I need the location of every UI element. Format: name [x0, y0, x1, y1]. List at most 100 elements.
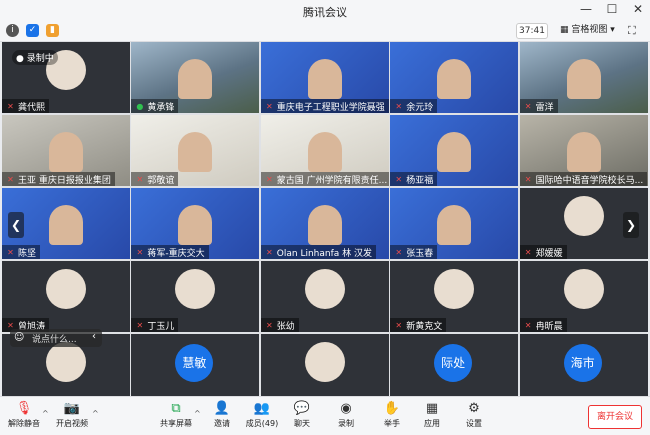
- raise-hand-button[interactable]: ✋ 举手: [372, 401, 412, 429]
- mic-muted-icon: ✕: [136, 320, 144, 330]
- participant-tile[interactable]: ✕ 国际哈中语音学院校长马...: [519, 115, 648, 186]
- participant-tile[interactable]: ✕ 重庆电子工程职业学院聂强: [260, 42, 389, 113]
- meeting-timer: 37:41: [516, 23, 548, 39]
- name-bar: ✕ 雷洋: [519, 99, 558, 113]
- name-bar: ✕ 王亚 重庆日报报业集团: [2, 172, 115, 186]
- chat-label: 聊天: [294, 419, 310, 428]
- name-bar: ✕ 郑媛媛: [519, 245, 567, 259]
- shield-icon[interactable]: ✓: [26, 24, 39, 37]
- minimize-icon[interactable]: —: [580, 2, 592, 16]
- participant-video: [437, 132, 472, 172]
- participant-name: 张玉春: [406, 248, 434, 259]
- invite-icon: 👤: [213, 401, 231, 416]
- video-label: 开启视频: [56, 419, 88, 428]
- invite-label: 邀请: [214, 419, 230, 428]
- app-title: 腾讯会议: [303, 6, 347, 19]
- settings-button[interactable]: ⚙ 设置: [454, 401, 494, 429]
- recording-label: 录制中: [26, 54, 54, 64]
- signal-icon[interactable]: ▮: [46, 24, 59, 37]
- participant-video: [307, 205, 342, 245]
- mic-muted-icon: ✕: [7, 101, 14, 111]
- avatar: [563, 196, 604, 236]
- participant-tile[interactable]: ✕ 杨亚福: [390, 115, 519, 186]
- participant-name: 蒋军-重庆交大: [147, 248, 205, 259]
- chat-placeholder: 说点什么...: [32, 335, 77, 345]
- participant-video: [307, 59, 342, 99]
- next-page-button[interactable]: ❯: [623, 212, 639, 238]
- audio-options-caret[interactable]: ^: [42, 409, 49, 418]
- fullscreen-icon[interactable]: ⛶: [628, 24, 636, 38]
- mic-muted-icon: ✕: [136, 174, 144, 184]
- prev-page-button[interactable]: ❮: [8, 212, 24, 238]
- unmute-button[interactable]: 🎙 解除静音: [4, 401, 44, 429]
- video-options-caret[interactable]: ^: [92, 409, 99, 418]
- mic-muted-icon: ✕: [395, 320, 403, 330]
- members-icon: 👥: [253, 401, 271, 416]
- participant-tile[interactable]: ✕ 蒋军-重庆交大: [131, 188, 260, 259]
- participant-name: 黄承锋: [147, 102, 175, 113]
- participant-name: 郑媛媛: [535, 248, 563, 259]
- invite-button[interactable]: 👤 邀请: [202, 401, 242, 429]
- record-label: 录制: [338, 419, 354, 428]
- participant-tile[interactable]: [260, 334, 389, 405]
- name-bar: ✕ 龚代熙: [2, 99, 50, 113]
- participant-video: [307, 132, 342, 172]
- apps-icon: ▦: [425, 401, 439, 416]
- participant-tile[interactable]: ✕ 蒙古国 广州学院有限责任...: [260, 115, 389, 186]
- start-video-button[interactable]: 📷 开启视频: [52, 401, 92, 429]
- name-bar: ✕ 重庆电子工程职业学院聂强: [260, 99, 389, 113]
- apps-button[interactable]: ▦ 应用: [412, 401, 452, 429]
- mic-muted-icon: ✕: [265, 174, 273, 184]
- participant-video: [437, 205, 472, 245]
- unmute-label: 解除静音: [8, 419, 40, 428]
- participant-tile[interactable]: 慧敏: [131, 334, 260, 405]
- mic-muted-icon: ✕: [524, 101, 532, 111]
- share-label: 共享屏幕: [160, 419, 192, 428]
- participant-tile[interactable]: ✕ 丁玉儿: [131, 261, 260, 332]
- participant-tile[interactable]: ✕ 雷洋: [519, 42, 648, 113]
- participant-tile[interactable]: ✕ 余元玲: [390, 42, 519, 113]
- participant-tile[interactable]: ✕ 曾旭涛: [2, 261, 130, 332]
- apps-label: 应用: [424, 419, 440, 428]
- maximize-icon[interactable]: ☐: [606, 2, 618, 16]
- info-icon[interactable]: i: [6, 24, 19, 37]
- participant-tile[interactable]: ✕ 王亚 重庆日报报业集团: [2, 115, 130, 186]
- record-button[interactable]: ◉ 录制: [326, 401, 366, 429]
- participant-tile[interactable]: ✕ 郭敬谊: [131, 115, 260, 186]
- chat-button[interactable]: 💬 聊天: [282, 401, 322, 429]
- members-label: 成员(49): [245, 419, 279, 428]
- participant-tile[interactable]: 海市: [519, 334, 648, 405]
- close-icon[interactable]: ✕: [632, 2, 644, 16]
- recording-badge: ● 录制中: [12, 50, 58, 65]
- participant-name: 余元玲: [406, 102, 434, 113]
- share-options-caret[interactable]: ^: [194, 409, 201, 418]
- participant-tile[interactable]: 际处: [390, 334, 519, 405]
- leave-meeting-button[interactable]: 离开会议: [588, 405, 642, 429]
- chat-input-pill[interactable]: ☺ 说点什么... ‹: [10, 329, 102, 347]
- gallery-view-button[interactable]: ▦ 宫格视图 ▾: [556, 23, 619, 38]
- name-bar: ✕ Olan Linhanfa 林 汉发: [260, 245, 377, 259]
- mic-muted-icon: ✕: [524, 320, 532, 330]
- mic-muted-icon: ✕: [7, 174, 14, 184]
- participant-video: [178, 59, 213, 99]
- name-bar: ✕ 张幼: [260, 318, 299, 332]
- mic-on-icon: ●: [136, 101, 144, 111]
- participant-name: 杨亚福: [406, 175, 434, 186]
- participant-tile[interactable]: ✕ Olan Linhanfa 林 汉发: [260, 188, 389, 259]
- name-bar: ✕ 冉昕晨: [519, 318, 567, 332]
- participant-name: 郭敬谊: [147, 175, 175, 186]
- participant-tile[interactable]: ● 黄承锋: [131, 42, 260, 113]
- participant-name: 龚代熙: [18, 102, 46, 113]
- view-label: 宫格视图: [571, 25, 608, 35]
- participant-tile[interactable]: ✕ 新黄克文: [390, 261, 519, 332]
- participant-tile[interactable]: ✕ 张玉春: [390, 188, 519, 259]
- avatar: [434, 269, 475, 309]
- members-button[interactable]: 👥 成员(49): [242, 401, 282, 429]
- participant-tile[interactable]: ✕ 张幼: [260, 261, 389, 332]
- participant-name: 蒙古国 广州学院有限责任...: [276, 175, 388, 186]
- share-screen-button[interactable]: ⧉ 共享屏幕: [156, 401, 196, 429]
- collapse-chevron-icon[interactable]: ‹: [92, 331, 96, 342]
- participant-video: [49, 205, 83, 245]
- participant-video: [437, 59, 472, 99]
- participant-tile[interactable]: ✕ 冉昕晨: [519, 261, 648, 332]
